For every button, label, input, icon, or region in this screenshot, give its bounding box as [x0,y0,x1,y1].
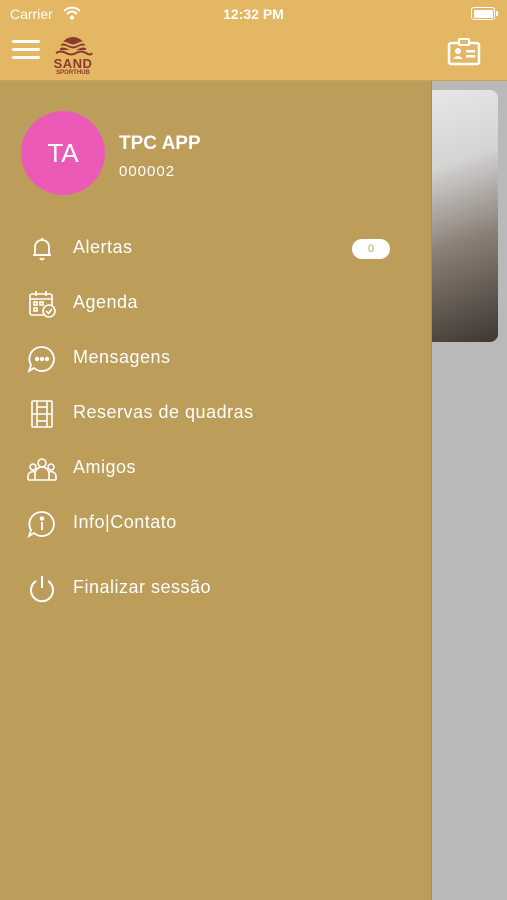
power-icon [26,573,58,605]
logo-text: SAND [53,56,93,71]
user-id: 000002 [119,163,176,180]
app-logo: SAND SPORTHUB [50,30,96,78]
menu-item-label: Reservas de quadras [73,402,254,422]
bell-icon [26,233,58,265]
menu-icon[interactable] [12,40,42,62]
menu-item-amigos[interactable]: Amigos [0,443,431,491]
user-name: TPC APP [119,133,201,154]
menu-item-label: Finalizar sessão [73,577,212,597]
menu-item-agenda[interactable]: Agenda [0,278,431,326]
avatar[interactable]: TA [21,111,105,195]
menu-item-info-contato[interactable]: Info|Contato [0,498,431,546]
chat-icon [26,343,58,375]
friends-icon [26,453,58,485]
info-chat-icon [26,508,58,540]
menu-item-label: Alertas [73,237,133,257]
menu-item-label: Agenda [73,292,139,312]
alert-count-badge: 0 [352,239,390,259]
side-drawer: TA TPC APP 000002 Alertas 0 Agenda Mensa… [0,81,432,900]
logo-subtext: SPORTHUB [56,70,90,76]
avatar-initials: TA [47,137,79,168]
menu-item-label: Mensagens [73,347,171,367]
court-icon [26,398,58,430]
battery-icon [471,7,498,20]
menu-item-alertas[interactable]: Alertas 0 [0,223,431,271]
menu-item-label: Info|Contato [73,512,177,532]
menu-item-finalizar-sessao[interactable]: Finalizar sessão [0,563,431,611]
menu-item-reservas[interactable]: Reservas de quadras [0,388,431,436]
calendar-check-icon [26,288,58,320]
menu-item-label: Amigos [73,457,137,477]
id-card-icon[interactable] [447,38,481,66]
clock: 12:32 PM [223,6,284,22]
app-header: SAND SPORTHUB [0,28,507,81]
menu-item-mensagens[interactable]: Mensagens [0,333,431,381]
status-bar: Carrier 12:32 PM [0,0,507,28]
sun-waves-icon [55,37,93,56]
